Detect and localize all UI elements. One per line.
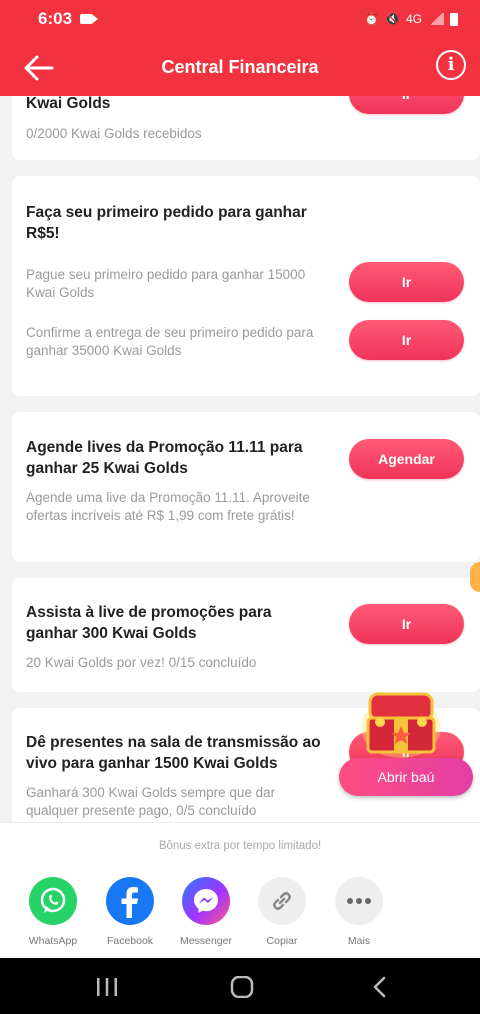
share-label: Messenger xyxy=(180,935,232,947)
home-icon[interactable] xyxy=(229,976,255,998)
task-card: Assista à live de promoções para ganhar … xyxy=(12,578,480,692)
task-list[interactable]: Kwai Golds 0/2000 Kwai Golds recebidos I… xyxy=(0,96,480,822)
task-card: Faça seu primeiro pedido para ganhar R$5… xyxy=(12,176,480,396)
app-header: 6:03 ⏰ 🔇 4G Central Financeira i xyxy=(0,0,480,96)
info-icon[interactable]: i xyxy=(436,50,466,80)
treasure-chest-icon[interactable] xyxy=(360,688,442,758)
floating-widget-tab[interactable] xyxy=(470,562,480,592)
network-type: 4G xyxy=(405,12,422,26)
go-button[interactable]: Ir xyxy=(349,320,464,360)
whatsapp-icon xyxy=(29,877,77,925)
task-title: Dê presentes na sala de transmissão ao v… xyxy=(26,734,321,772)
share-label: Copiar xyxy=(266,935,298,947)
back-arrow-icon[interactable] xyxy=(22,51,56,85)
task-description: Pague seu primeiro pedido para ganhar 15… xyxy=(26,267,306,300)
share-facebook[interactable]: Facebook xyxy=(100,877,160,947)
task-title: Kwai Golds xyxy=(26,96,111,112)
task-card: Agende lives da Promoção 11.11 para ganh… xyxy=(12,412,480,562)
battery-icon xyxy=(450,12,458,26)
more-icon xyxy=(335,877,383,925)
task-description: 0/2000 Kwai Golds recebidos xyxy=(26,126,202,141)
share-label: Facebook xyxy=(106,935,154,947)
share-messenger[interactable]: Messenger xyxy=(176,877,236,947)
open-chest-button[interactable]: Abrir baú xyxy=(339,758,473,796)
share-label: Mais xyxy=(347,935,371,947)
share-more[interactable]: Mais xyxy=(329,877,389,947)
status-bar: 6:03 ⏰ 🔇 4G xyxy=(0,0,480,38)
task-card: Kwai Golds 0/2000 Kwai Golds recebidos I… xyxy=(12,96,480,160)
top-bar: Central Financeira i xyxy=(0,38,480,96)
alarm-icon: ⏰ xyxy=(364,12,380,26)
task-description: Ganhará 300 Kwai Golds sempre que dar qu… xyxy=(26,785,276,818)
signal-icon xyxy=(428,13,444,25)
link-icon xyxy=(258,877,306,925)
schedule-button[interactable]: Agendar xyxy=(349,439,464,479)
screen-record-icon xyxy=(80,14,99,24)
share-whatsapp[interactable]: WhatsApp xyxy=(23,877,83,947)
messenger-icon xyxy=(182,877,230,925)
bonus-note: Bônus extra por tempo limitado! xyxy=(158,840,322,852)
task-description: 20 Kwai Golds por vez! 0/15 concluído xyxy=(26,655,257,670)
back-nav-icon[interactable] xyxy=(368,976,394,998)
facebook-icon xyxy=(106,877,154,925)
page-title: Central Financeira xyxy=(161,56,319,77)
share-copy[interactable]: Copiar xyxy=(252,877,312,947)
task-title: Assista à live de promoções para ganhar … xyxy=(26,604,272,642)
task-title: Faça seu primeiro pedido para ganhar R$5… xyxy=(26,204,307,242)
status-icons: ⏰ 🔇 4G xyxy=(364,12,458,26)
go-button[interactable]: Ir xyxy=(349,262,464,302)
go-button[interactable]: Ir xyxy=(349,96,464,114)
task-description: Agende uma live da Promoção 11.11. Aprov… xyxy=(26,490,310,523)
share-label: WhatsApp xyxy=(28,935,78,947)
system-nav-bar xyxy=(0,958,480,1014)
status-time: 6:03 xyxy=(38,9,73,28)
mute-icon: 🔇 xyxy=(385,12,400,26)
go-button[interactable]: Ir xyxy=(349,604,464,644)
recent-apps-icon[interactable] xyxy=(94,976,120,998)
share-sheet: Bônus extra por tempo limitado! WhatsApp… xyxy=(0,822,480,958)
task-title: Agende lives da Promoção 11.11 para ganh… xyxy=(26,439,303,477)
task-description: Confirme a entrega de seu primeiro pedid… xyxy=(26,325,314,358)
